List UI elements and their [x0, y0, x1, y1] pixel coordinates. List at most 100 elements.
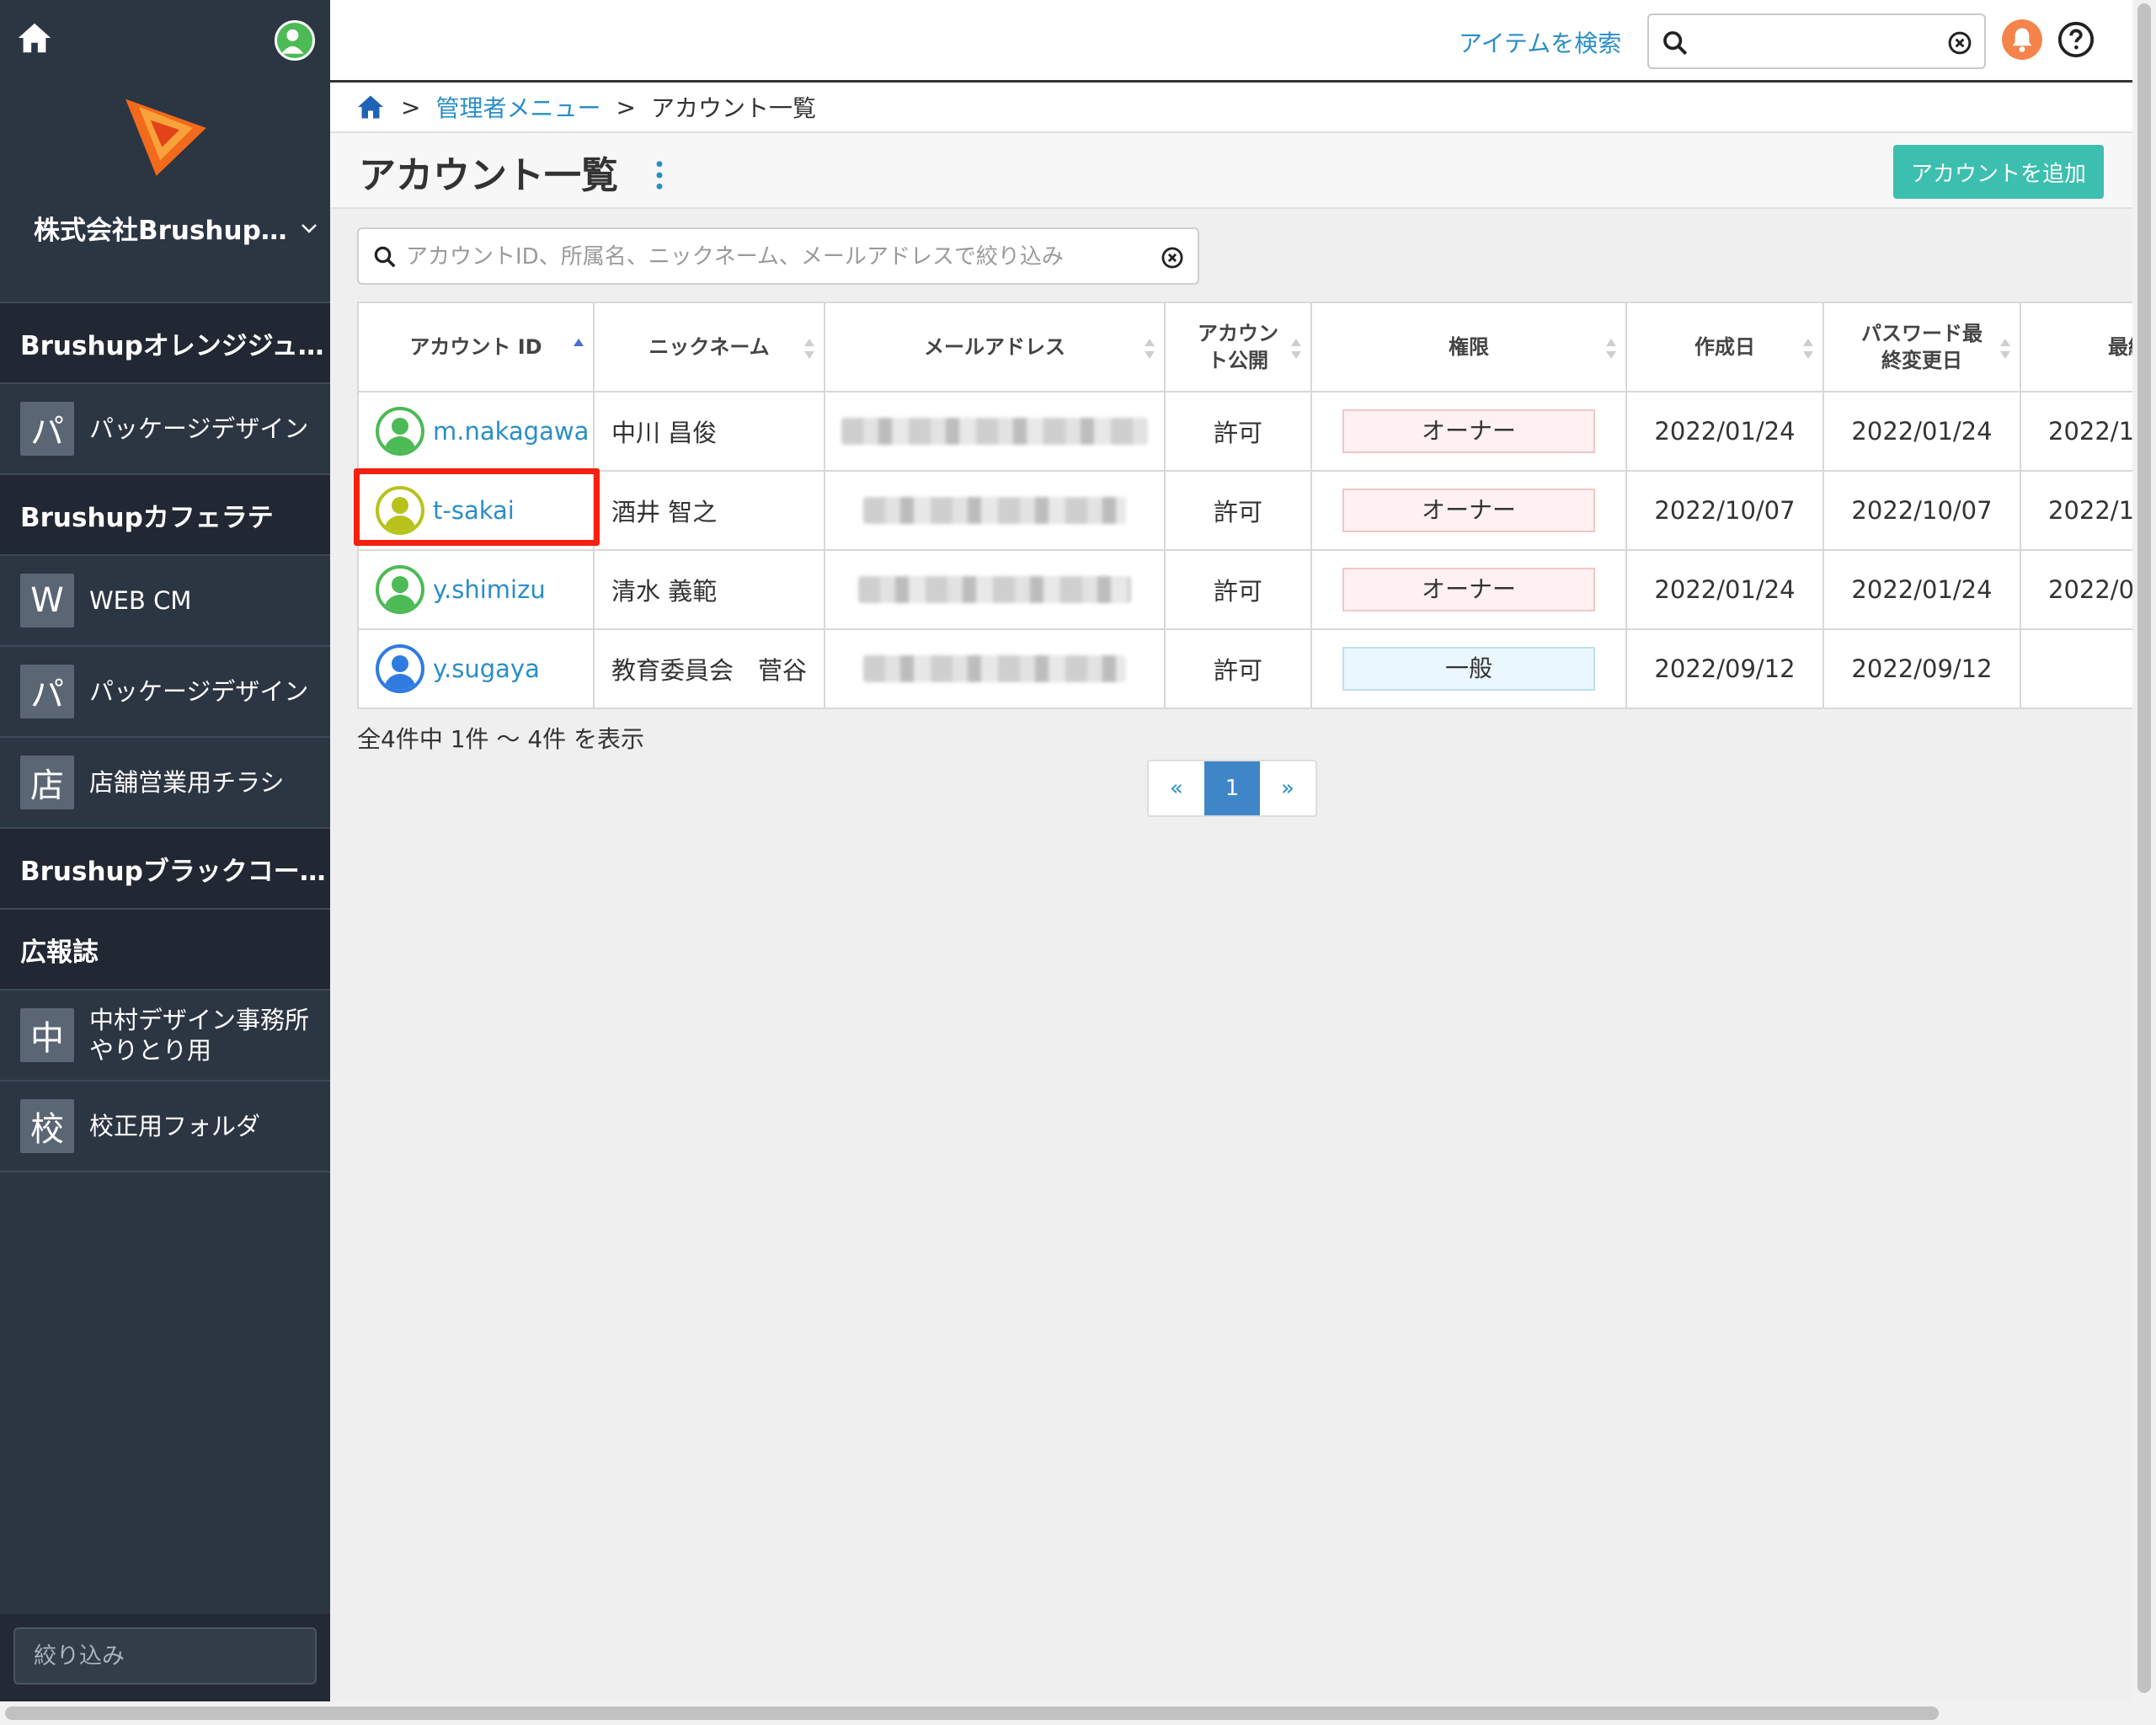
- password-changed-cell: 2022/10/07: [1822, 470, 2021, 551]
- account-id-link[interactable]: t-sakai: [433, 496, 515, 525]
- column-header-label: ニックネーム: [648, 335, 770, 359]
- sidebar-item[interactable]: パ パッケージデザイン: [0, 384, 330, 475]
- account-id-link[interactable]: y.sugaya: [433, 654, 540, 683]
- user-avatar-icon[interactable]: [275, 20, 315, 61]
- sidebar-item[interactable]: パ パッケージデザイン: [0, 647, 330, 738]
- home-icon[interactable]: [15, 19, 54, 57]
- sidebar-item[interactable]: 店 店舗営業用チラシ: [0, 738, 330, 829]
- next-page-button[interactable]: »: [1260, 761, 1315, 815]
- user-avatar-icon: [376, 486, 424, 535]
- role-badge: 一般: [1342, 647, 1595, 691]
- password-changed-cell: 2022/01/24: [1822, 391, 2021, 472]
- column-header-label: アカウント ID: [409, 335, 542, 359]
- sidebar-item[interactable]: W WEB CM: [0, 556, 330, 647]
- sidebar-item-label: パッケージデザイン: [89, 677, 309, 706]
- column-header-nickname[interactable]: ニックネーム: [593, 302, 825, 393]
- page-button[interactable]: 1: [1204, 761, 1260, 815]
- role-badge: オーナー: [1342, 489, 1595, 532]
- search-icon: [374, 246, 396, 268]
- email-cell: [824, 628, 1166, 709]
- account-id-link[interactable]: y.shimizu: [433, 575, 546, 604]
- project-badge: 店: [20, 756, 74, 809]
- account-id-cell: t-sakai: [357, 470, 595, 551]
- sort-icon: [804, 339, 814, 359]
- home-icon[interactable]: [355, 92, 386, 122]
- redacted-email: [863, 655, 1126, 682]
- column-header-label: 権限: [1449, 335, 1489, 359]
- title-bar: アカウント一覧 アカウントを追加: [330, 133, 2132, 209]
- sidebar-header: 株式会社Brushup…: [0, 0, 330, 303]
- item-search-label[interactable]: アイテムを検索: [1459, 25, 1621, 59]
- item-search-input[interactable]: [1696, 22, 1940, 62]
- breadcrumb-admin-menu[interactable]: 管理者メニュー: [435, 90, 600, 124]
- account-filter-box: [357, 227, 1199, 285]
- public-cell: 許可: [1164, 628, 1312, 709]
- search-icon: [1663, 31, 1688, 56]
- redacted-email: [841, 418, 1148, 445]
- brushup-logo: [125, 99, 206, 176]
- sidebar-group[interactable]: Brushupブラックコー…: [0, 829, 330, 910]
- project-badge: パ: [20, 665, 74, 718]
- sidebar-group-title: Brushupブラックコー…: [20, 856, 326, 887]
- role-cell: 一般: [1310, 628, 1627, 709]
- email-cell: [824, 549, 1166, 630]
- more-options-icon[interactable]: [647, 158, 672, 192]
- sidebar-filter-area: [0, 1614, 330, 1701]
- project-badge: パ: [20, 402, 74, 456]
- sidebar-group-title: Brushupカフェラテ: [20, 502, 274, 533]
- table-row[interactable]: m.nakagawa 中川 昌俊 許可 オーナー 2022/01/24 2022…: [357, 391, 2132, 472]
- column-header-created[interactable]: 作成日: [1625, 302, 1824, 393]
- column-header-password-changed[interactable]: パスワード最 終変更日: [1822, 302, 2021, 393]
- clear-icon[interactable]: [1161, 246, 1184, 270]
- nickname-cell: 教育委員会 菅谷: [593, 628, 825, 709]
- project-badge: 校: [20, 1099, 74, 1153]
- sidebar-group[interactable]: Brushupオレンジジュ…: [0, 303, 330, 384]
- column-header-public[interactable]: アカウン ト公開: [1164, 302, 1312, 393]
- column-header-last[interactable]: 最終: [2020, 302, 2132, 393]
- sort-icon: [1291, 339, 1301, 359]
- account-id-cell: y.shimizu: [357, 549, 595, 630]
- sort-icon: [1803, 339, 1813, 359]
- breadcrumb-separator: >: [401, 93, 421, 121]
- table-row[interactable]: y.sugaya 教育委員会 菅谷 許可 一般 2022/09/12 2022/…: [357, 628, 2132, 709]
- nickname-cell: 中川 昌俊: [593, 391, 825, 472]
- table-row[interactable]: t-sakai 酒井 智之 許可 オーナー 2022/10/07 2022/10…: [357, 470, 2132, 551]
- help-icon[interactable]: [2057, 20, 2095, 59]
- account-table-container: アカウント ID ニックネーム メールアドレス アカウン ト公開 権限 作成日 …: [357, 302, 2132, 709]
- result-count: 全4件中 1件 〜 4件 を表示: [357, 725, 645, 753]
- sidebar-item[interactable]: 中 中村デザイン事務所 やりとり用: [0, 991, 330, 1081]
- sidebar-item[interactable]: 校 校正用フォルダ: [0, 1081, 330, 1172]
- nickname-cell: 清水 義範: [593, 549, 825, 630]
- role-badge: オーナー: [1342, 409, 1595, 453]
- sidebar-group[interactable]: 広報誌: [0, 910, 330, 991]
- user-avatar-icon: [376, 407, 424, 456]
- column-header-role[interactable]: 権限: [1310, 302, 1627, 393]
- column-header-account-id[interactable]: アカウント ID: [357, 302, 595, 393]
- created-date-cell: 2022/09/12: [1625, 628, 1824, 709]
- account-id-link[interactable]: m.nakagawa: [433, 417, 589, 446]
- add-account-button[interactable]: アカウントを追加: [1893, 145, 2104, 199]
- account-filter-input[interactable]: [406, 238, 1130, 276]
- sidebar: 株式会社Brushup… Brushupオレンジジュ… パ パッケージデザイン …: [0, 0, 330, 1701]
- organization-selector[interactable]: 株式会社Brushup…: [34, 209, 319, 247]
- bell-icon[interactable]: [2001, 19, 2043, 61]
- nickname-cell: 酒井 智之: [593, 470, 825, 551]
- sort-ascending-icon: [574, 339, 584, 346]
- sidebar-item-label-line: やりとり用: [89, 1036, 212, 1065]
- sort-icon: [1606, 339, 1616, 359]
- column-header-email[interactable]: メールアドレス: [824, 302, 1166, 393]
- table-row[interactable]: y.shimizu 清水 義範 許可 オーナー 2022/01/24 2022/…: [357, 549, 2132, 630]
- sidebar-filter-input[interactable]: [13, 1627, 317, 1685]
- sidebar-item-label: 中村デザイン事務所 やりとり用: [89, 1005, 309, 1065]
- pagination: « 1 »: [1147, 760, 1317, 817]
- prev-page-button[interactable]: «: [1149, 761, 1204, 815]
- sidebar-group[interactable]: Brushupカフェラテ: [0, 475, 330, 556]
- column-header-label: 最終: [2108, 335, 2132, 359]
- clear-icon[interactable]: [1947, 30, 1972, 56]
- vertical-scrollbar[interactable]: [2137, 3, 2151, 1693]
- user-avatar-icon: [376, 565, 424, 614]
- redacted-email: [858, 576, 1131, 603]
- breadcrumb-current: アカウント一覧: [650, 94, 816, 122]
- public-cell: 許可: [1164, 549, 1312, 630]
- horizontal-scrollbar[interactable]: [5, 1706, 1939, 1720]
